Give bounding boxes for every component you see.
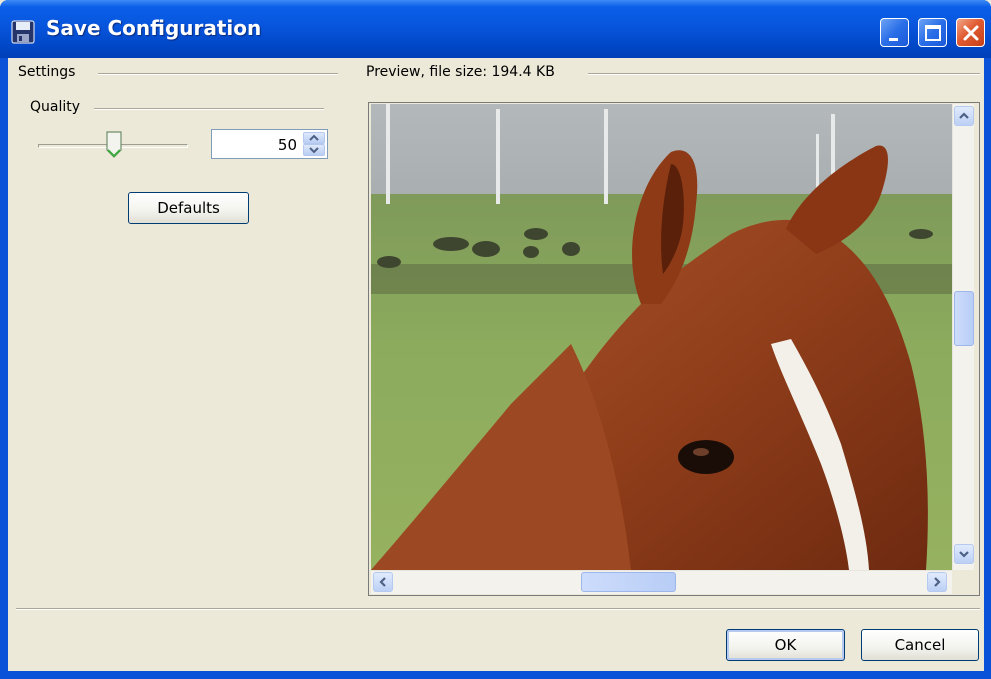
preview-panel: [368, 102, 980, 596]
dialog-client-area: Settings Quality 50 Defaults Preview, fi…: [8, 58, 984, 671]
settings-group-label: Settings: [18, 64, 82, 80]
maximize-icon: [925, 25, 941, 41]
settings-group-line: [98, 73, 338, 75]
window-bottom-border: [0, 671, 991, 679]
preview-image[interactable]: [371, 104, 952, 570]
chevron-down-icon: [959, 551, 969, 558]
minimize-button[interactable]: [880, 18, 909, 47]
floppy-disk-icon: [11, 20, 37, 44]
scroll-up-button[interactable]: [954, 106, 974, 126]
scroll-left-button[interactable]: [373, 572, 393, 592]
scroll-down-button[interactable]: [954, 544, 974, 564]
chevron-up-icon: [309, 134, 319, 141]
spin-up-button[interactable]: [303, 132, 325, 144]
cancel-button[interactable]: Cancel: [861, 629, 979, 661]
maximize-button[interactable]: [918, 18, 947, 47]
title-bar[interactable]: Save Configuration: [0, 0, 991, 58]
minimize-icon: [889, 38, 898, 41]
save-configuration-window: Save Configuration Settings Quality 50 D…: [0, 0, 991, 679]
chevron-right-icon: [934, 577, 941, 587]
chevron-up-icon: [959, 112, 969, 119]
quality-label: Quality: [30, 99, 87, 115]
preview-horizontal-scrollbar[interactable]: [371, 570, 952, 594]
preview-label: Preview, file size: 194.4 KB: [366, 64, 561, 80]
footer-separator: [16, 608, 980, 610]
quality-slider-thumb[interactable]: [105, 131, 123, 158]
quality-group-line: [94, 108, 324, 110]
chevron-left-icon: [379, 577, 386, 587]
scroll-corner: [974, 570, 979, 594]
chevron-down-icon: [309, 147, 319, 154]
defaults-button[interactable]: Defaults: [128, 192, 249, 224]
ok-button[interactable]: OK: [726, 629, 845, 661]
preview-group-line: [588, 73, 980, 75]
close-icon: [963, 25, 979, 41]
quality-value[interactable]: 50: [278, 136, 297, 154]
scroll-right-button[interactable]: [927, 572, 947, 592]
horizontal-scroll-thumb[interactable]: [581, 572, 676, 592]
window-title: Save Configuration: [46, 16, 262, 40]
spin-down-button[interactable]: [303, 144, 325, 156]
close-button[interactable]: [956, 18, 985, 47]
vertical-scroll-thumb[interactable]: [954, 291, 974, 346]
preview-vertical-scrollbar[interactable]: [952, 104, 974, 570]
quality-spinbox[interactable]: 50: [211, 129, 328, 159]
